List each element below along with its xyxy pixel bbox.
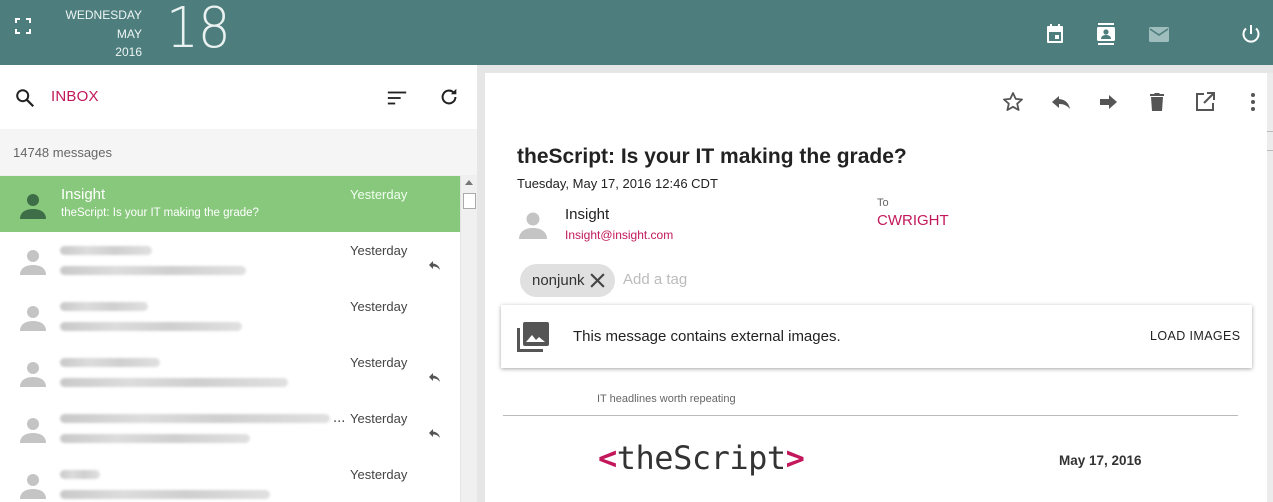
recipient-name[interactable]: CWRIGHT: [877, 212, 949, 229]
load-images-button[interactable]: LOAD IMAGES: [1150, 329, 1241, 343]
replied-icon: [429, 373, 440, 382]
sender-avatar-icon: [519, 212, 547, 239]
avatar-icon: [20, 362, 46, 387]
recipient-label: To: [877, 197, 889, 209]
logo-text: theScript: [616, 439, 786, 477]
photo-library-icon: [517, 322, 549, 352]
list-item[interactable]: Yesterday: [0, 456, 460, 502]
message-time: Yesterday: [350, 299, 408, 314]
reply-icon[interactable]: [1049, 90, 1073, 114]
avatar-icon: [20, 474, 46, 499]
blurred-sender: [60, 414, 330, 423]
blurred-subject: [60, 266, 246, 275]
blurred-subject: [60, 378, 288, 387]
newsletter-logo: <theScript>: [598, 439, 805, 477]
message-list-panel: INBOX 14748 messages Insight theScript: …: [0, 65, 477, 502]
message-time: Yesterday: [350, 411, 408, 426]
power-icon[interactable]: [1239, 22, 1263, 46]
message-time: Yesterday: [350, 243, 408, 258]
year-label: 2016: [115, 45, 142, 59]
contacts-icon[interactable]: [1094, 22, 1118, 46]
list-item[interactable]: Yesterday: [0, 288, 460, 344]
avatar-icon: [20, 418, 46, 443]
message-time: Yesterday: [350, 355, 408, 370]
message-reader: theScript: Is your IT making the grade? …: [485, 73, 1273, 502]
blurred-sender: [60, 302, 148, 311]
blurred-subject: [60, 322, 242, 331]
blurred-sender: [60, 246, 152, 255]
sort-icon[interactable]: [386, 87, 408, 109]
divider: [503, 415, 1238, 416]
list-item[interactable]: Yesterday: [0, 344, 460, 400]
logo-open-bracket: <: [598, 439, 617, 477]
close-icon[interactable]: [589, 272, 606, 289]
external-images-text: This message contains external images.: [573, 328, 841, 345]
list-scrollbar[interactable]: [460, 176, 477, 502]
blurred-sender: [60, 470, 100, 479]
preheader-text: IT headlines worth repeating: [597, 393, 736, 405]
search-icon[interactable]: [14, 87, 36, 109]
avatar-icon: [20, 194, 46, 219]
open-external-icon[interactable]: [1193, 90, 1217, 114]
blurred-sender: [60, 358, 160, 367]
sender-name: Insight: [565, 206, 610, 223]
blurred-subject: [60, 434, 250, 443]
month-label: MAY: [116, 26, 142, 41]
list-item[interactable]: ... Yesterday: [0, 400, 460, 456]
reader-scrollbar[interactable]: [1267, 73, 1273, 502]
logo-close-bracket: >: [785, 439, 805, 477]
more-vert-icon[interactable]: [1241, 90, 1265, 114]
list-item[interactable]: Yesterday: [0, 232, 460, 288]
calendar-icon[interactable]: [1043, 22, 1067, 46]
avatar-icon: [20, 250, 46, 275]
message-list: Insight theScript: Is your IT making the…: [0, 176, 460, 502]
refresh-icon[interactable]: [438, 86, 460, 108]
replied-icon: [429, 429, 440, 438]
blurred-subject: [60, 490, 270, 499]
email-date: Tuesday, May 17, 2016 12:46 CDT: [517, 176, 718, 191]
list-item[interactable]: Insight theScript: Is your IT making the…: [0, 176, 460, 232]
avatar-icon: [20, 306, 46, 331]
weekday-label: WEDNESDAY: [65, 8, 142, 22]
sender-email[interactable]: Insight@insight.com: [565, 228, 673, 242]
fullscreen-icon[interactable]: [14, 17, 32, 35]
tag-label: nonjunk: [532, 272, 585, 289]
scroll-thumb[interactable]: [463, 193, 476, 209]
star-icon[interactable]: [1001, 90, 1025, 114]
message-time: Yesterday: [350, 187, 408, 202]
replied-icon: [429, 261, 440, 270]
date-text: WEDNESDAY MAY 2016: [48, 6, 142, 62]
email-subject: theScript: Is your IT making the grade?: [517, 145, 907, 168]
delete-icon[interactable]: [1145, 90, 1169, 114]
mail-icon[interactable]: [1147, 22, 1171, 46]
reader-scroll-thumb[interactable]: [1267, 131, 1273, 151]
scroll-up-arrow[interactable]: [465, 180, 473, 185]
forward-icon[interactable]: [1096, 90, 1120, 114]
tag-chip[interactable]: nonjunk: [520, 264, 615, 297]
message-time: Yesterday: [350, 467, 408, 482]
truncation-ellipsis: ...: [333, 411, 346, 426]
top-bar: WEDNESDAY MAY 2016 18: [0, 0, 1273, 65]
day-number: 18: [166, 0, 231, 61]
message-sender: Insight: [61, 186, 106, 203]
message-count: 14748 messages: [0, 129, 477, 176]
external-images-banner: This message contains external images. L…: [501, 305, 1252, 368]
newsletter-date: May 17, 2016: [1059, 453, 1142, 468]
message-subject: theScript: Is your IT making the grade?: [61, 207, 259, 219]
add-tag-input[interactable]: [623, 271, 823, 288]
folder-name[interactable]: INBOX: [51, 88, 99, 105]
list-header: INBOX: [0, 65, 477, 129]
